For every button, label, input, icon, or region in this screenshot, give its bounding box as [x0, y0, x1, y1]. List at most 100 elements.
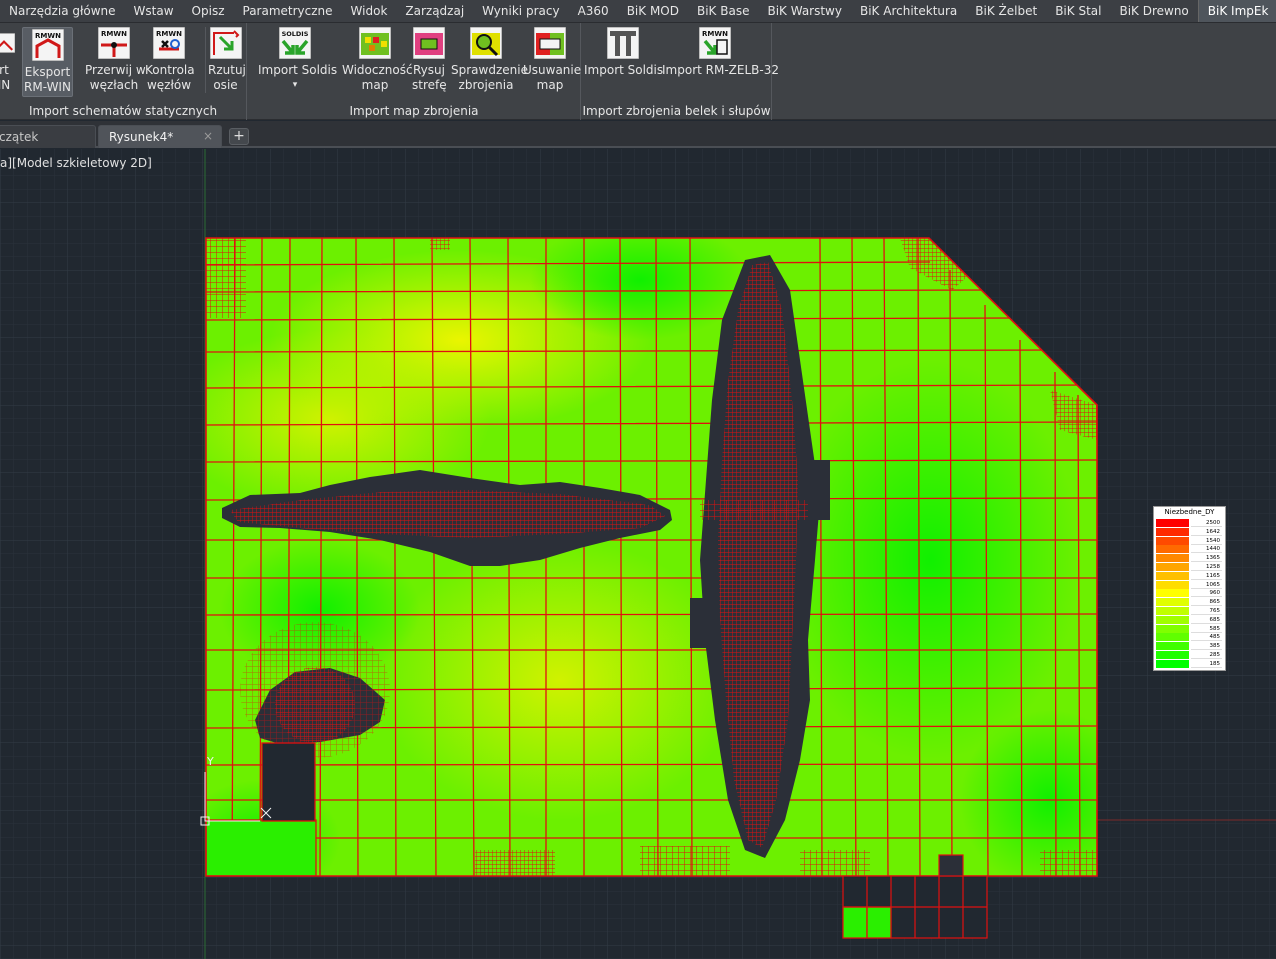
legend-value: 1540 — [1191, 536, 1222, 545]
eksport-rmwin-button[interactable]: RMWN Eksport RM-WIN — [22, 27, 73, 97]
menu-item-bik-base[interactable]: BiK Base — [688, 0, 758, 22]
legend-row: 285 — [1156, 651, 1223, 659]
chevron-down-icon[interactable]: ▾ — [258, 78, 332, 93]
menu-item-narzedzia-glowne[interactable]: Narzędzia główne — [0, 0, 125, 22]
svg-text:RMWN: RMWN — [101, 30, 127, 38]
menu-bar: Narzędzia główne Wstaw Opisz Parametrycz… — [0, 0, 1276, 23]
legend-row: 1365 — [1156, 554, 1223, 563]
menu-item-parametryczne[interactable]: Parametryczne — [234, 0, 342, 22]
legend-value: 1165 — [1191, 571, 1222, 580]
menu-item-bik-stal[interactable]: BiK Stal — [1046, 0, 1110, 22]
legend-swatch — [1156, 519, 1189, 527]
import-rmzelb-button[interactable]: RMWN Import RM-ZELB-32 — [662, 27, 779, 78]
import-soldis-map-button[interactable]: SOLDIS Import Soldis ▾ — [258, 27, 337, 93]
draw-zone-icon — [413, 27, 445, 59]
legend-value: 285 — [1191, 651, 1222, 659]
legend-swatch — [1156, 563, 1189, 571]
legend-row: 765 — [1156, 607, 1223, 615]
tab-rysunek4[interactable]: Rysunek4* × — [98, 125, 222, 148]
import-rmwin-button[interactable]: rt IN — [0, 27, 16, 93]
legend-swatch — [1156, 659, 1189, 668]
menu-item-a360[interactable]: A360 — [569, 0, 618, 22]
legend-swatch — [1156, 571, 1189, 580]
przerwij-w-wezlach-button[interactable]: RMWN Przerwij w węzłach — [85, 27, 146, 93]
legend-value: 960 — [1191, 589, 1222, 598]
menu-item-wyniki-pracy[interactable]: Wyniki pracy — [473, 0, 568, 22]
project-axes-icon — [209, 27, 242, 59]
menu-item-bik-mod[interactable]: BiK MOD — [618, 0, 688, 22]
map-visibility-icon — [359, 27, 391, 59]
rzutuj-osie-button[interactable]: Rzutuj osie — [205, 27, 246, 93]
beam-column-icon — [607, 27, 639, 59]
soldis-import-icon: SOLDIS — [279, 27, 311, 59]
legend-value: 765 — [1191, 607, 1222, 615]
legend-row: 185 — [1156, 659, 1223, 668]
legend-row: 2500 — [1156, 519, 1223, 527]
legend-value: 1440 — [1191, 545, 1222, 554]
menu-item-bik-architektura[interactable]: BiK Architektura — [851, 0, 966, 22]
legend-row: 960 — [1156, 589, 1223, 598]
legend-row: 1258 — [1156, 563, 1223, 571]
legend-value: 685 — [1191, 615, 1222, 624]
menu-item-widok[interactable]: Widok — [342, 0, 397, 22]
panel-import-schematow: rt IN RMWN Eksport RM-WIN RMWN Przerwij … — [0, 23, 247, 120]
panel-label-import-schematow: Import schematów statycznych — [28, 104, 218, 118]
menu-item-zarzadzaj[interactable]: Zarządzaj — [396, 0, 473, 22]
rmwn-rmzelb-icon: RMWN — [699, 27, 731, 59]
legend-value: 1258 — [1191, 563, 1222, 571]
legend-swatch — [1156, 545, 1189, 554]
kontrola-wezlow-button[interactable]: RMWN Kontrola węzłów — [145, 27, 195, 93]
menu-item-bik-warstwy[interactable]: BiK Warstwy — [758, 0, 851, 22]
legend-value: 185 — [1191, 659, 1222, 668]
svg-text:RMWN: RMWN — [156, 30, 182, 38]
soldis-text: SOLDIS — [282, 30, 309, 38]
legend-row: 1440 — [1156, 545, 1223, 554]
viewport-controls-label[interactable]: a][Model szkieletowy 2D] — [0, 156, 152, 170]
legend-value: 385 — [1191, 642, 1222, 651]
tab-poczatek[interactable]: czątek — [0, 125, 96, 148]
color-scale-legend: Niezbedne_DY 2500 1642 1540 1440 1365 1258 116… — [1153, 506, 1226, 671]
usuwanie-map-button[interactable]: Usuwanie map — [523, 27, 581, 93]
legend-row: 1642 — [1156, 527, 1223, 536]
legend-row: 485 — [1156, 633, 1223, 642]
legend-value: 865 — [1191, 598, 1222, 607]
close-icon[interactable]: × — [203, 129, 213, 143]
legend-swatch — [1156, 633, 1189, 642]
rmwn-node-check-icon: RMWN — [153, 27, 185, 59]
check-reinforcement-icon — [470, 27, 502, 59]
new-tab-button[interactable]: + — [229, 128, 249, 145]
legend-row: 1065 — [1156, 580, 1223, 589]
legend-swatch — [1156, 642, 1189, 651]
menu-item-bik-zelbet[interactable]: BiK Żelbet — [966, 0, 1046, 22]
sprawdzenie-zbrojenia-button[interactable]: Sprawdzenie zbrojenia — [451, 27, 528, 93]
legend-swatch — [1156, 651, 1189, 659]
panel-label-import-zbrojenia-belek: Import zbrojenia belek i słupów — [582, 104, 771, 118]
legend-value: 1365 — [1191, 554, 1222, 563]
legend-value: 1642 — [1191, 527, 1222, 536]
legend-swatch — [1156, 624, 1189, 633]
legend-row: 385 — [1156, 642, 1223, 651]
menu-item-bik-impek[interactable]: BiK ImpEk — [1197, 0, 1276, 22]
panel-label-import-map: Import map zbrojenia — [349, 104, 479, 118]
delete-map-icon — [534, 27, 566, 59]
rmwn-import-icon — [0, 33, 15, 53]
legend-swatch — [1156, 589, 1189, 598]
panel-import-zbrojenia-belek: Import Soldis RMWN Import RM-ZELB-32 Imp… — [582, 23, 779, 120]
legend-swatch — [1156, 554, 1189, 563]
menu-item-opisz[interactable]: Opisz — [183, 0, 234, 22]
legend-row: 865 — [1156, 598, 1223, 607]
menu-item-wstaw[interactable]: Wstaw — [125, 0, 183, 22]
legend-value: 585 — [1191, 624, 1222, 633]
legend-row: 1540 — [1156, 536, 1223, 545]
legend-title: Niezbedne_DY — [1164, 508, 1215, 516]
drawing-canvas[interactable]: Y — [0, 149, 1276, 959]
legend-swatch — [1156, 536, 1189, 545]
ribbon: rt IN RMWN Eksport RM-WIN RMWN Przerwij … — [0, 23, 1276, 120]
widocznosc-map-button[interactable]: Widoczność map — [342, 27, 413, 93]
legend-swatch — [1156, 615, 1189, 624]
svg-text:RMWN: RMWN — [702, 30, 728, 38]
menu-item-bik-drewno[interactable]: BiK Drewno — [1110, 0, 1197, 22]
legend-swatch — [1156, 607, 1189, 615]
rysuj-strefe-button[interactable]: Rysuj strefę — [412, 27, 447, 93]
import-soldis-beam-button[interactable]: Import Soldis — [584, 27, 663, 78]
